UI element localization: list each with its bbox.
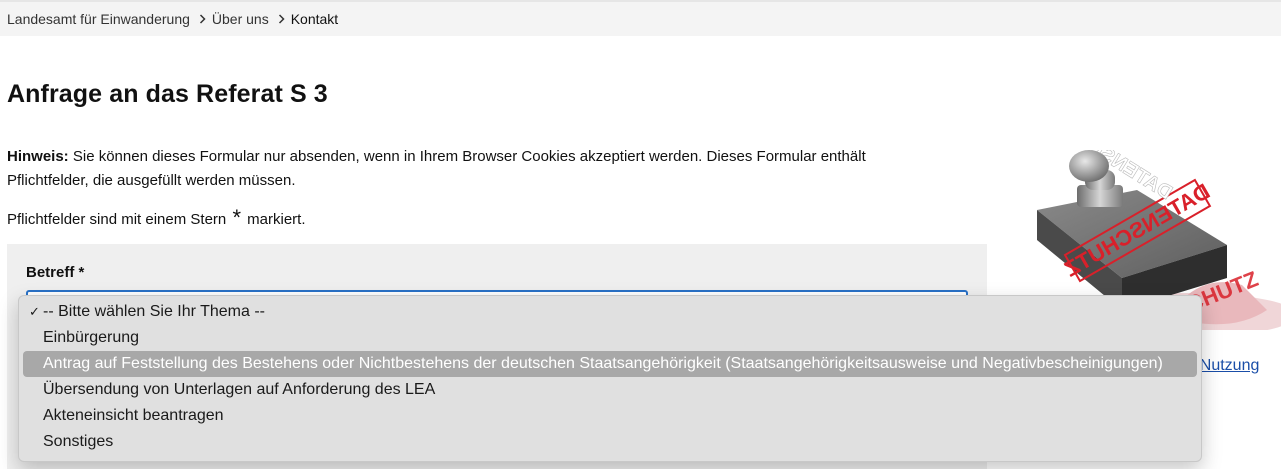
option-sonstiges[interactable]: Sonstiges	[23, 429, 1197, 455]
chevron-right-icon	[278, 14, 285, 24]
breadcrumb-current-kontakt: Kontakt	[290, 11, 339, 27]
required-fields-note: Pflichtfelder sind mit einem Stern * mar…	[7, 204, 306, 230]
hint-paragraph: Hinweis: Sie können dieses Formular nur …	[7, 145, 937, 193]
required-star: *	[232, 205, 241, 230]
required-note-before: Pflichtfelder sind mit einem Stern	[7, 211, 231, 228]
option-label: Übersendung von Unterlagen auf Anforderu…	[43, 381, 436, 398]
option-akteneinsicht[interactable]: Akteneinsicht beantragen	[23, 403, 1197, 429]
required-note-after: markiert.	[243, 211, 306, 228]
option-uebersendung-unterlagen[interactable]: Übersendung von Unterlagen auf Anforderu…	[23, 377, 1197, 403]
chevron-right-icon	[199, 14, 206, 24]
option-label: Akteneinsicht beantragen	[43, 407, 224, 424]
option-label: -- Bitte wählen Sie Ihr Thema --	[43, 303, 266, 320]
subject-dropdown-menu: ✓ -- Bitte wählen Sie Ihr Thema -- Einbür…	[18, 295, 1202, 462]
check-icon: ✓	[29, 304, 40, 319]
option-label: Sonstiges	[43, 433, 114, 450]
option-einbuergerung[interactable]: Einbürgerung	[23, 325, 1197, 351]
hint-label: Hinweis:	[7, 148, 69, 165]
option-label: Antrag auf Feststellung des Bestehens od…	[43, 355, 1163, 372]
subject-label: Betreff *	[26, 264, 85, 281]
breadcrumb-link-landesamt[interactable]: Landesamt für Einwanderung	[7, 11, 190, 27]
option-label: Einbürgerung	[43, 329, 140, 346]
hint-text: Sie können dieses Formular nur absenden,…	[7, 148, 866, 189]
breadcrumb-link-ueber-uns[interactable]: Über uns	[212, 11, 269, 27]
page-title: Anfrage an das Referat S 3	[7, 80, 328, 108]
option-feststellung-staatsangehoerigkeit[interactable]: Antrag auf Feststellung des Bestehens od…	[23, 351, 1197, 377]
option-bitte-waehlen[interactable]: ✓ -- Bitte wählen Sie Ihr Thema --	[23, 299, 1197, 325]
breadcrumb: Landesamt für Einwanderung Über uns Kont…	[0, 2, 1281, 36]
